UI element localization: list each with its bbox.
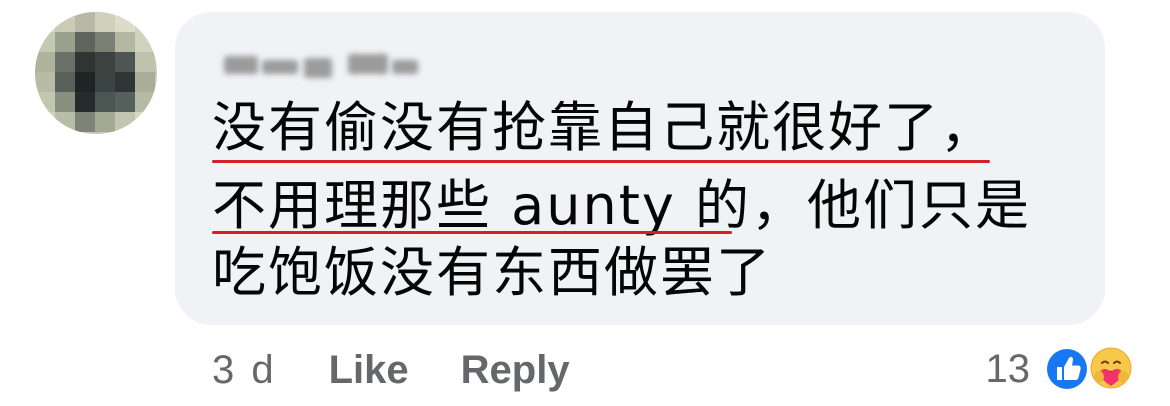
comment-text-line-3: 吃饱饭没有东西做罢了 (212, 241, 772, 304)
comment-root: 没有偷没有抢靠自己就很好了， 不用理那些 aunty 的，他们只是 吃饱饭没有东… (0, 0, 1170, 406)
reply-button[interactable]: Reply (461, 348, 570, 393)
comment-actions: 3 d Like Reply (212, 345, 622, 395)
like-button[interactable]: Like (329, 348, 409, 393)
like-icon (1044, 346, 1090, 392)
comment-text-line-1: 没有偷没有抢靠自己就很好了， (212, 96, 996, 159)
care-icon (1088, 346, 1134, 392)
reaction-summary[interactable]: 13 (986, 340, 1137, 398)
author-name-blurred[interactable] (222, 48, 422, 80)
red-underline-2 (212, 231, 732, 234)
red-underline-1 (212, 160, 990, 163)
reaction-count: 13 (985, 346, 1031, 391)
avatar[interactable] (35, 12, 157, 134)
comment-timestamp[interactable]: 3 d (212, 348, 277, 393)
comment-text-line-2: 不用理那些 aunty 的，他们只是 (212, 174, 1031, 237)
